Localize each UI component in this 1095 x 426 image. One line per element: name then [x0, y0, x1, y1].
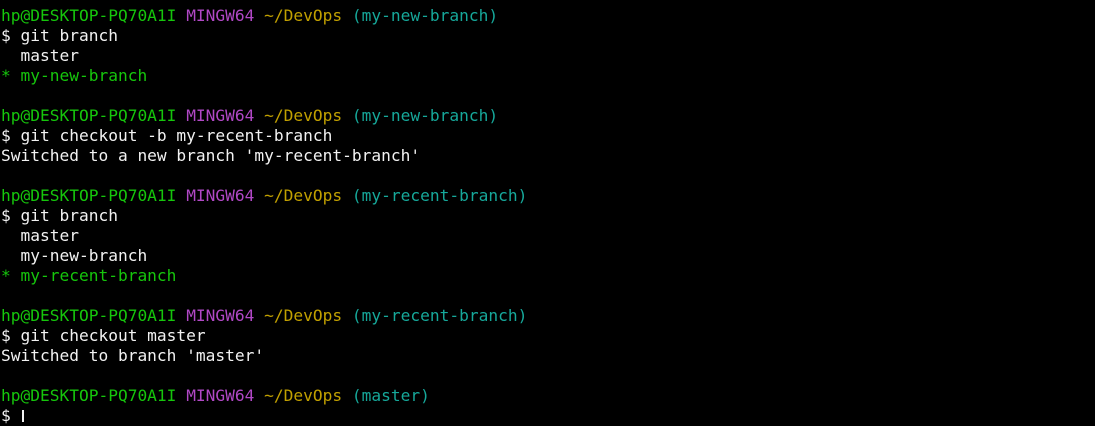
output-line-current-branch: * my-new-branch — [1, 66, 148, 85]
prompt-line: hp@DESKTOP-PQ70A1I MINGW64 ~/DevOps (my-… — [1, 106, 1095, 126]
prompt-user: hp@DESKTOP-PQ70A1I — [1, 106, 177, 125]
prompt-path: ~/DevOps — [264, 106, 343, 125]
prompt-system: MINGW64 — [186, 6, 255, 25]
text-cursor — [21, 410, 24, 422]
prompt-path: ~/DevOps — [264, 6, 343, 25]
command-line: $ git branch — [1, 26, 118, 45]
prompt-system: MINGW64 — [186, 106, 255, 125]
prompt-path: ~/DevOps — [264, 306, 343, 325]
prompt-branch: (my-new-branch) — [351, 106, 499, 125]
terminal-window[interactable]: hp@DESKTOP-PQ70A1I MINGW64 ~/DevOps (my-… — [0, 0, 1095, 425]
prompt-user: hp@DESKTOP-PQ70A1I — [1, 6, 177, 25]
output-line: master — [1, 226, 79, 245]
prompt-system: MINGW64 — [186, 306, 255, 325]
prompt-user: hp@DESKTOP-PQ70A1I — [1, 306, 177, 325]
prompt-branch: (master) — [351, 386, 430, 405]
prompt-line: hp@DESKTOP-PQ70A1I MINGW64 ~/DevOps (my-… — [1, 306, 1095, 326]
prompt-path: ~/DevOps — [264, 386, 343, 405]
prompt-line: hp@DESKTOP-PQ70A1I MINGW64 ~/DevOps (my-… — [1, 186, 1095, 206]
prompt-user: hp@DESKTOP-PQ70A1I — [1, 186, 177, 205]
command-line: $ git checkout master — [1, 326, 206, 345]
command-line: $ git branch — [1, 206, 118, 225]
prompt-user: hp@DESKTOP-PQ70A1I — [1, 386, 177, 405]
prompt-line: hp@DESKTOP-PQ70A1I MINGW64 ~/DevOps (my-… — [1, 6, 1095, 26]
output-line-current-branch: * my-recent-branch — [1, 266, 177, 285]
output-line: my-new-branch — [1, 246, 148, 265]
output-line: Switched to a new branch 'my-recent-bran… — [1, 146, 421, 165]
prompt-line: hp@DESKTOP-PQ70A1I MINGW64 ~/DevOps (mas… — [1, 386, 1095, 406]
prompt-branch: (my-recent-branch) — [351, 306, 528, 325]
output-line: master — [1, 46, 79, 65]
command-input-line[interactable]: $ — [1, 406, 1095, 426]
input-prefix: $ — [1, 406, 21, 425]
output-line: Switched to branch 'master' — [1, 346, 265, 365]
prompt-system: MINGW64 — [186, 386, 255, 405]
prompt-system: MINGW64 — [186, 186, 255, 205]
prompt-branch: (my-new-branch) — [351, 6, 499, 25]
command-line: $ git checkout -b my-recent-branch — [1, 126, 333, 145]
prompt-path: ~/DevOps — [264, 186, 343, 205]
prompt-branch: (my-recent-branch) — [351, 186, 528, 205]
